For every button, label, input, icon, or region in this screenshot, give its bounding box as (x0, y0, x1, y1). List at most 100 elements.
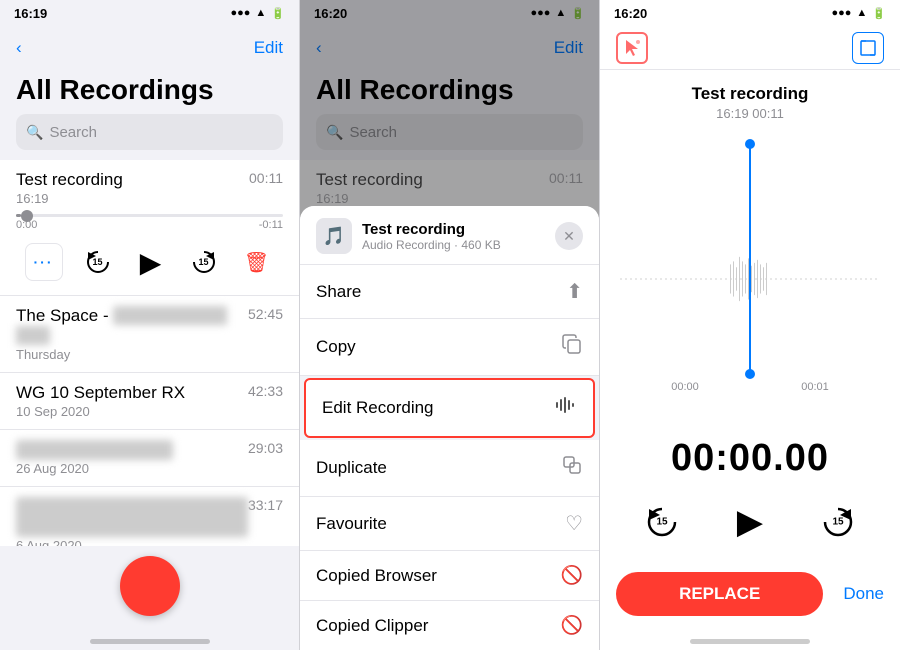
share-action-item[interactable]: Share ⬆ (300, 265, 599, 319)
rec-title: The Space - blurred content here (16, 306, 248, 346)
progress-times: 0:00 -0:11 (16, 219, 283, 231)
sheet-subtitle: Audio Recording · 460 KB (362, 238, 555, 252)
ed-play-button[interactable]: ▶ (722, 494, 778, 550)
status-bar-1: 16:19 ●●● ▲ 🔋 (0, 0, 299, 26)
waveform-container[interactable]: 00:00 00:01 (600, 131, 900, 427)
waveform-time-right: 00:01 (801, 381, 829, 393)
exp-title: Test recording (16, 170, 123, 190)
blurred-text: blurred content here (16, 306, 227, 345)
search-bar-1[interactable]: 🔍 Search (16, 114, 283, 150)
duplicate-label: Duplicate (316, 458, 387, 478)
rec-title: WG 10 September RX (16, 383, 185, 403)
time-end: -0:11 (259, 219, 283, 231)
rec-date: Thursday (16, 347, 248, 362)
status-icons-3: ●●● ▲ 🔋 (831, 7, 886, 20)
edit-recording-item[interactable]: Edit Recording (304, 378, 595, 438)
battery-icon-3: 🔋 (872, 7, 886, 20)
rewind-button-1[interactable]: 15 (80, 244, 116, 280)
page-title-1: All Recordings (0, 70, 299, 114)
status-bar-3: 16:20 ●●● ▲ 🔋 (600, 0, 900, 26)
replace-button[interactable]: REPLACE (616, 572, 823, 616)
editor-controls: 15 ▶ 15 (600, 494, 900, 564)
share-sheet-header: 🎵 Test recording Audio Recording · 460 K… (300, 206, 599, 265)
copied-browser-icon: 🚫 (561, 565, 583, 586)
forward-label-1: 15 (198, 257, 208, 267)
share-label: Share (316, 282, 361, 302)
copied-browser-item[interactable]: Copied Browser 🚫 (300, 551, 599, 601)
wifi-icon: ▲ (255, 7, 266, 19)
copy-svg-icon (561, 333, 583, 355)
forward-button-1[interactable]: 15 (186, 244, 222, 280)
list-item[interactable]: WG 10 September RX 10 Sep 2020 42:33 (0, 373, 299, 430)
progress-track (16, 214, 283, 217)
panel-all-recordings-1: 16:19 ●●● ▲ 🔋 ‹ Edit All Recordings 🔍 Se… (0, 0, 300, 650)
battery-icon: 🔋 (271, 7, 285, 20)
cursor-tool-button[interactable] (616, 32, 648, 64)
edit-button-1[interactable]: Edit (254, 38, 283, 58)
delete-button-1[interactable]: 🗑 (239, 244, 275, 280)
home-bar (90, 639, 210, 644)
favourite-label: Favourite (316, 514, 387, 534)
signal-icon: ●●● (230, 7, 250, 19)
copied-clipper-item[interactable]: Copied Clipper 🚫 (300, 601, 599, 650)
signal-icon-3: ●●● (831, 7, 851, 19)
copied-browser-label: Copied Browser (316, 566, 437, 586)
crop-tool-button[interactable] (852, 32, 884, 64)
cursor-icon (622, 38, 642, 58)
recordings-list-1: Test recording 16:19 00:11 0:00 -0:11 ··… (0, 160, 299, 546)
copy-icon (561, 333, 583, 361)
playhead-dot-bottom (745, 369, 755, 379)
play-button-1[interactable]: ▶ (133, 244, 169, 280)
rewind-label-1: 15 (92, 257, 102, 267)
ed-forward-button[interactable]: 15 (814, 498, 862, 546)
record-area (0, 546, 299, 626)
panel-editor: 16:20 ●●● ▲ 🔋 Test recording 16:19 00:11 (600, 0, 900, 650)
record-button[interactable] (120, 556, 180, 616)
ed-rewind-button[interactable]: 15 (638, 498, 686, 546)
more-options-button[interactable]: ··· (25, 243, 63, 281)
duplicate-icon (561, 454, 583, 482)
waveform-icon (555, 394, 577, 416)
rec-duration: 29:03 (248, 440, 283, 456)
ed-forward-label: 15 (832, 517, 843, 528)
rec-date: 6 Aug 2020 (16, 538, 248, 546)
list-item[interactable]: Broadway 10 blurred 26 Aug 2020 29:03 (0, 430, 299, 487)
home-indicator-3 (600, 626, 900, 650)
nav-bar-1: ‹ Edit (0, 26, 299, 70)
copy-action-item[interactable]: Copy (300, 319, 599, 376)
favourite-action-item[interactable]: Favourite ♡ (300, 497, 599, 551)
copied-clipper-label: Copied Clipper (316, 616, 428, 636)
list-item[interactable]: The Space - blurred content here Thursda… (0, 296, 299, 373)
sheet-close-button[interactable]: ✕ (555, 222, 583, 250)
duplicate-action-item[interactable]: Duplicate (300, 440, 599, 497)
back-button-1[interactable]: ‹ (16, 38, 22, 58)
editor-rec-title: Test recording (600, 70, 900, 106)
rec-title-blurred: Broadway 10 blurred (16, 440, 173, 460)
exp-duration: 00:11 (249, 170, 283, 186)
sheet-meta: Test recording Audio Recording · 460 KB (362, 221, 555, 252)
share-sheet-overlay: 🎵 Test recording Audio Recording · 460 K… (300, 0, 599, 650)
rec-date: 10 Sep 2020 (16, 404, 185, 419)
player-controls-1: ··· 15 ▶ 15 🗑 (16, 243, 283, 281)
editor-rec-meta: 16:19 00:11 (600, 106, 900, 131)
waveform-time-labels: 00:00 00:01 (600, 381, 900, 393)
rec-date: 26 Aug 2020 (16, 461, 173, 476)
done-button[interactable]: Done (843, 584, 884, 604)
expanded-recording-item[interactable]: Test recording 16:19 00:11 0:00 -0:11 ··… (0, 160, 299, 296)
status-icons-1: ●●● ▲ 🔋 (230, 7, 285, 20)
search-icon-1: 🔍 (26, 124, 43, 141)
edit-recording-label: Edit Recording (322, 398, 434, 418)
home-indicator-1 (0, 626, 299, 650)
wifi-icon-3: ▲ (856, 7, 867, 19)
status-time-3: 16:20 (614, 6, 647, 21)
share-icon: ⬆ (566, 279, 583, 304)
sheet-thumbnail: 🎵 (316, 218, 352, 254)
status-time-1: 16:19 (14, 6, 47, 21)
copied-clipper-icon: 🚫 (561, 615, 583, 636)
list-item[interactable]: WMSU blurred recording name 6 Aug 2020 3… (0, 487, 299, 546)
duplicate-svg-icon (561, 454, 583, 476)
progress-bar[interactable]: 0:00 -0:11 (16, 214, 283, 231)
rec-title-blurred: WMSU blurred recording name (16, 497, 248, 537)
timer-display: 00:00.00 (600, 427, 900, 494)
rec-duration: 33:17 (248, 497, 283, 513)
